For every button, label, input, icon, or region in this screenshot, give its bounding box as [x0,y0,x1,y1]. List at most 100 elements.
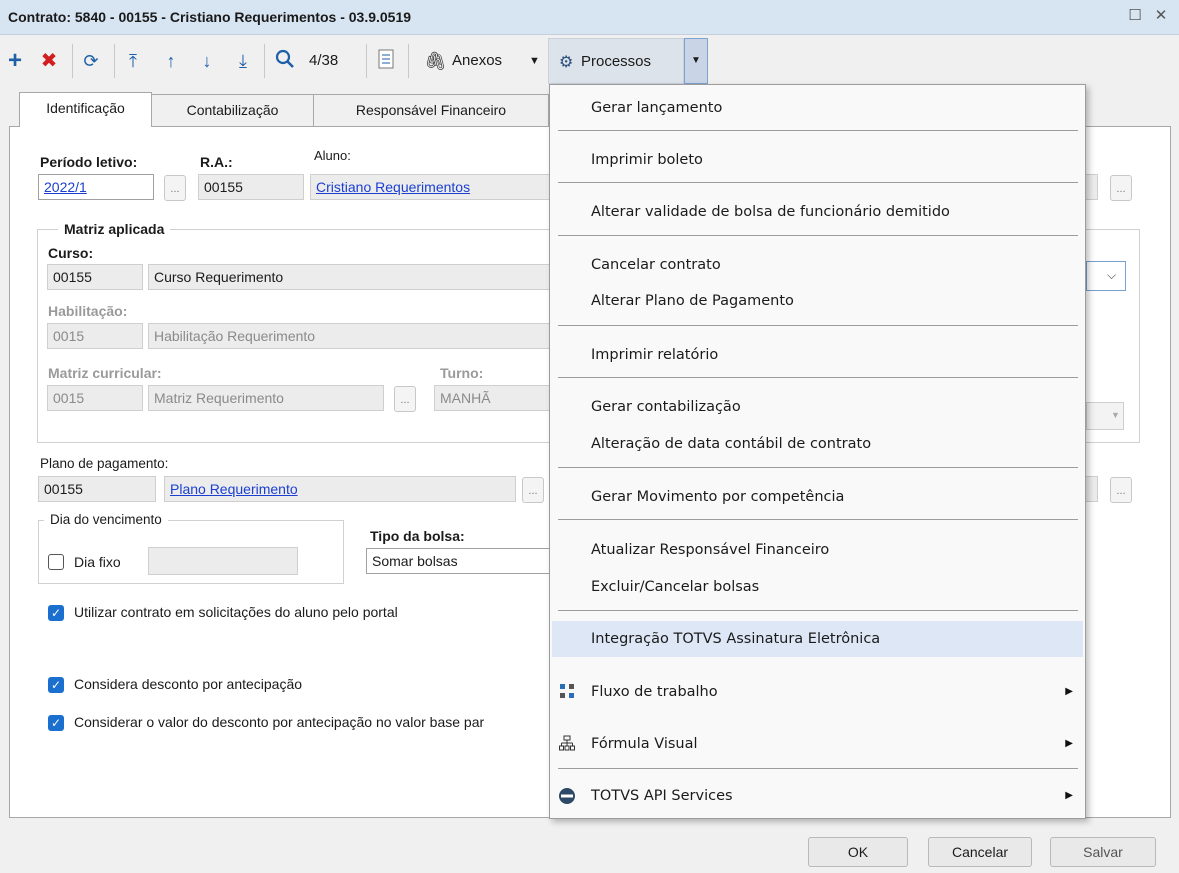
processes-button[interactable]: ⚙ Processos [548,38,684,84]
chevron-down-icon: ⌵ [1107,268,1117,282]
menu-separator [558,235,1078,236]
menu-item-gerar-movimento[interactable]: Gerar Movimento por competência [550,481,1085,513]
matriz-disabled-select[interactable]: ▼ [1086,402,1124,430]
menu-separator [558,768,1078,769]
plano-code-field[interactable]: 00155 [38,476,156,502]
chevron-right-icon: ▶ [1065,686,1073,697]
menu-item-imprimir-relatorio[interactable]: Imprimir relatório [550,339,1085,371]
plano-lookup-button[interactable]: ... [522,477,544,503]
turno-label: Turno: [440,365,484,381]
periodo-label: Período letivo: [40,154,138,170]
valor-base-label: Considerar o valor do desconto por antec… [74,714,485,730]
curso-select[interactable]: ⌵ [1086,261,1126,291]
antecipacao-checkbox[interactable]: ✓ [48,677,64,693]
menu-separator [558,325,1078,326]
plano-link[interactable]: Plano Requerimento [170,481,298,497]
habilitacao-name-field[interactable]: Habilitação Requerimento [148,323,550,349]
menu-separator [558,610,1078,611]
menu-item-gerar-lancamento[interactable]: Gerar lançamento [550,92,1085,124]
previous-record-icon[interactable]: ↑ [160,49,182,73]
last-record-icon[interactable]: ⤓ [232,49,254,73]
menu-separator [558,130,1078,131]
dia-fixo-field[interactable] [148,547,298,575]
curso-name-field[interactable]: Curso Requerimento [148,264,550,290]
delete-icon[interactable]: ✖ [38,49,60,73]
menu-item-atualizar-responsavel[interactable]: Atualizar Responsável Financeiro [550,534,1085,566]
curso-code-field[interactable]: 00155 [47,264,143,290]
next-record-icon[interactable]: ↓ [196,49,218,73]
plano-field-end [1086,476,1098,502]
menu-item-gerar-contabilizacao[interactable]: Gerar contabilização [550,391,1085,423]
menu-item-alterar-plano[interactable]: Alterar Plano de Pagamento [550,285,1085,317]
aluno-field-end [1086,174,1098,200]
menu-item-cancelar-contrato[interactable]: Cancelar contrato [550,249,1085,281]
paperclip-icon[interactable]: 🖇 [424,49,447,73]
close-icon[interactable]: ✕ [1152,7,1170,25]
hierarchy-icon [558,735,576,753]
refresh-icon[interactable]: ⟳ [80,49,102,73]
ra-label: R.A.: [200,154,233,170]
matriz-lookup-button[interactable]: ... [394,386,416,412]
maximize-icon[interactable]: ☐ [1126,7,1144,25]
periodo-link[interactable]: 2022/1 [44,179,87,195]
valor-base-checkbox[interactable]: ✓ [48,715,64,731]
plano-label: Plano de pagamento: [40,456,169,471]
periodo-field[interactable]: 2022/1 [38,174,154,200]
aluno-field[interactable]: Cristiano Requerimentos [310,174,550,200]
aluno-link[interactable]: Cristiano Requerimentos [316,179,470,195]
habilitacao-code-field[interactable]: 0015 [47,323,143,349]
chevron-right-icon: ▶ [1065,790,1073,801]
menu-item-alterar-validade-bolsa[interactable]: Alterar validade de bolsa de funcionário… [550,196,1085,228]
menu-item-imprimir-boleto[interactable]: Imprimir boleto [550,144,1085,176]
aluno-label: Aluno: [314,148,351,163]
turno-field[interactable]: MANHÃ [434,385,550,411]
vencimento-title: Dia do vencimento [44,512,168,527]
title-bar: Contrato: 5840 - 00155 - Cristiano Reque… [0,0,1179,35]
window-title: Contrato: 5840 - 00155 - Cristiano Reque… [8,9,412,25]
tab-contabilizacao[interactable]: Contabilização [151,94,314,126]
menu-item-integracao-assinatura[interactable]: Integração TOTVS Assinatura Eletrônica [552,621,1083,657]
plano-extra-lookup-button[interactable]: ... [1110,477,1132,503]
menu-item-formula-visual[interactable]: Fórmula Visual ▶ [550,728,1085,760]
menu-item-excluir-bolsas[interactable]: Excluir/Cancelar bolsas [550,571,1085,603]
processes-label: Processos [581,53,652,70]
first-record-icon[interactable]: ⤒ [122,49,144,73]
menu-item-fluxo-trabalho[interactable]: Fluxo de trabalho ▶ [550,676,1085,708]
menu-item-totvs-api[interactable]: TOTVS API Services ▶ [550,780,1085,812]
api-icon [558,787,576,805]
save-button[interactable]: Salvar [1050,837,1156,867]
matriz-name-field[interactable]: Matriz Requerimento [148,385,384,411]
plano-name-field[interactable]: Plano Requerimento [164,476,516,502]
tipo-bolsa-select[interactable]: Somar bolsas [366,548,550,574]
cancel-button[interactable]: Cancelar [928,837,1032,867]
gear-icon: ⚙ [559,54,574,71]
tipo-bolsa-label: Tipo da bolsa: [370,528,465,544]
tab-responsavel-financeiro[interactable]: Responsável Financeiro [313,94,549,126]
tab-identificacao[interactable]: Identificação [19,92,152,127]
toolbar-separator [408,44,409,78]
matriz-code-field[interactable]: 0015 [47,385,143,411]
search-icon[interactable] [274,49,296,73]
toolbar-separator [114,44,115,78]
toolbar-separator [72,44,73,78]
aluno-lookup-button[interactable]: ... [1110,175,1132,201]
toolbar-separator [264,44,265,78]
ok-button[interactable]: OK [808,837,908,867]
menu-separator [558,377,1078,378]
chevron-down-icon[interactable]: ▼ [529,55,540,67]
attachments-button[interactable]: Anexos [452,52,502,69]
portal-checkbox[interactable]: ✓ [48,605,64,621]
chevron-down-icon: ▼ [1111,410,1120,420]
ra-field[interactable]: 00155 [198,174,304,200]
toolbar-separator [366,44,367,78]
dia-fixo-checkbox[interactable] [48,554,64,570]
form-icon[interactable] [376,49,396,73]
matriz-curricular-label: Matriz curricular: [48,365,162,381]
menu-separator [558,519,1078,520]
menu-item-alteracao-data-contabil[interactable]: Alteração de data contábil de contrato [550,428,1085,460]
processes-menu: Gerar lançamento Imprimir boleto Alterar… [549,84,1086,819]
periodo-lookup-button[interactable]: ... [164,175,186,201]
add-icon[interactable]: + [4,49,26,73]
matriz-aplicada-title: Matriz aplicada [58,221,171,237]
processes-dropdown-button[interactable]: ▼ [684,38,708,84]
